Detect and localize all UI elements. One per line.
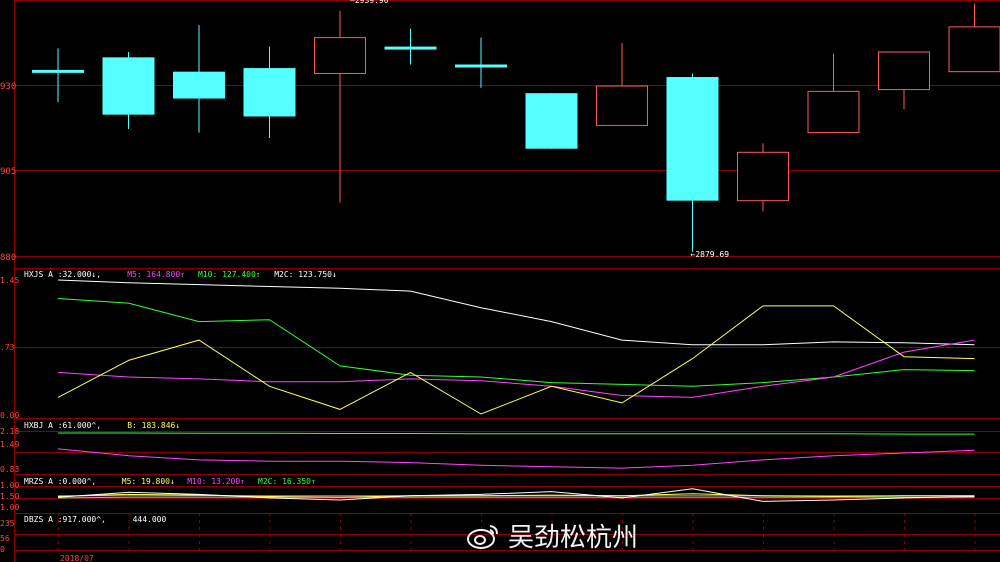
candle-body (102, 57, 155, 115)
date-label: 2018/07 (60, 554, 94, 562)
hxbj-magenta-line (57, 448, 975, 469)
candle-body (525, 93, 578, 149)
indicator-dbzs-header: 444.000 (133, 515, 167, 524)
indicator-dbzs-axis-label: 56 (0, 534, 10, 543)
high-price-label: —2939.90 (350, 0, 389, 5)
candle-body (878, 51, 930, 91)
hxjs-yellow-line (57, 305, 975, 415)
candle-body (173, 71, 225, 99)
hxbj-green-line (58, 432, 975, 435)
indicator-hxjs-header: M5: 164.800↑ (127, 270, 185, 279)
price-axis-label: 905 (0, 167, 16, 177)
indicator-hxjs-axis-label: 0.00 (0, 411, 19, 420)
indicator-dbzs-header: DBZS A :917.000^, (24, 515, 106, 524)
indicator-dbzs-axis-label: 235 (0, 519, 15, 528)
stock-chart[interactable]: 930 905 880 —2939.90 ←2879.69 HXJS A :32.000↓… (0, 0, 1000, 562)
hxjs-white-line (57, 279, 975, 346)
candle-body (384, 46, 437, 50)
indicator-mrzs-header: M10: 13.200↑ (187, 477, 245, 486)
indicator-mrzs-axis-label: 1.50 (0, 492, 19, 501)
indicator-hxjs-header: M10: 127.400↑ (198, 270, 261, 279)
indicator-dbzs-axis-label: 0 (0, 545, 5, 554)
price-axis-label: 930 (0, 82, 16, 92)
indicator-mrzs-axis-label: 1.00 (0, 481, 19, 490)
indicator-mrzs-header: M5: 19.800↓ (122, 477, 175, 486)
weibo-icon (467, 524, 498, 549)
candle-body (737, 151, 789, 202)
candle-body (314, 37, 366, 74)
candle-body (596, 85, 648, 126)
indicator-mrzs-header: M2C: 16.350↑ (258, 477, 316, 486)
candle-body (32, 69, 84, 73)
indicator-hxbj-header: HXBJ A :61.000^, (24, 421, 101, 430)
low-price-label: ←2879.69 (691, 250, 730, 259)
indicator-hxbj-axis-label: 2.18 (0, 427, 19, 436)
hxjs-magenta-line (57, 339, 975, 398)
candle-body (948, 26, 1000, 73)
mrzs-green-line (57, 496, 975, 499)
candle-body (455, 64, 507, 68)
candle-body (243, 68, 296, 117)
indicator-mrzs-header: MRZS A :0.000^, (24, 477, 96, 486)
price-axis-label: 880 (0, 253, 16, 263)
candle-body (807, 90, 860, 134)
indicator-hxjs-header: HXJS A :32.000↓, (24, 270, 101, 279)
indicator-mrzs-axis-label: 1.00 (0, 503, 19, 512)
indicator-hxjs-header: M2C: 123.750↓ (274, 270, 337, 279)
indicator-hxjs-axis-label: .73 (0, 343, 15, 352)
indicator-hxjs-axis-label: 1.45 (0, 276, 19, 285)
candle-body (666, 77, 719, 201)
watermark: 吴劲松杭州 (466, 517, 638, 554)
indicator-hxbj-axis-label: 0.83 (0, 465, 19, 474)
indicator-hxbj-header: B: 183.846↓ (127, 421, 180, 430)
watermark-text: 吴劲松杭州 (508, 523, 639, 553)
indicator-hxbj-axis-label: 1.49 (0, 440, 19, 449)
